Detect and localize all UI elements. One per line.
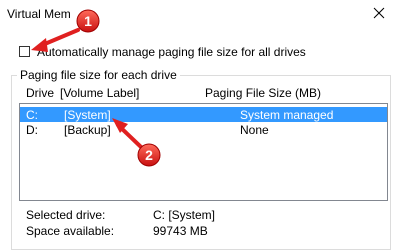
step-2-badge: 2 <box>137 143 161 167</box>
step-1-number: 1 <box>84 13 92 29</box>
step-2-number: 2 <box>145 147 153 163</box>
arrow-1-icon <box>31 28 80 52</box>
step-1-badge: 1 <box>76 9 100 33</box>
annotation-overlay <box>31 28 143 149</box>
